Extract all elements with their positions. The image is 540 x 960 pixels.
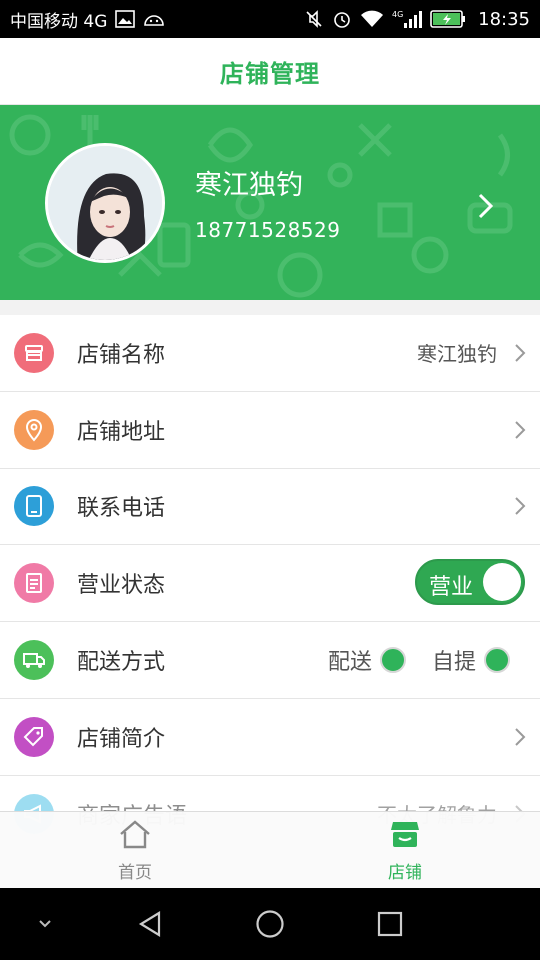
clipboard-icon (14, 563, 54, 604)
wifi-icon (360, 10, 384, 28)
clock: 18:35 (478, 8, 530, 30)
chevron-right-icon (514, 420, 526, 444)
business-status-label: 营业状态 (77, 573, 166, 599)
business-status-row: 营业状态 营业 (0, 545, 540, 623)
contact-phone-label: 联系电话 (77, 496, 166, 522)
home-icon (117, 818, 153, 854)
toggle-knob (483, 563, 521, 602)
chevron-down-icon[interactable] (38, 919, 52, 929)
bottom-tab-bar: 首页 店铺 (0, 811, 540, 888)
signal-icon: 4G (392, 9, 423, 29)
chevron-right-icon[interactable] (476, 189, 496, 227)
delivery-radio[interactable] (379, 647, 406, 674)
settings-list: 店铺名称 寒江独钓 店铺地址 联系电话 营业状态 营业 配送方式 配送 自提 店… (0, 315, 540, 853)
shop-name-value: 寒江独钓 (417, 342, 497, 367)
chevron-right-icon (514, 343, 526, 367)
location-pin-icon (14, 409, 54, 450)
image-notification-icon (115, 10, 136, 28)
profile-phone: 18771528529 (195, 218, 341, 242)
store-icon (14, 332, 54, 373)
delivery-option[interactable]: 配送 (328, 644, 406, 676)
shop-name-row[interactable]: 店铺名称 寒江独钓 (0, 315, 540, 392)
delivery-method-label: 配送方式 (77, 650, 166, 676)
battery-icon (430, 10, 466, 28)
tab-shop-label: 店铺 (388, 863, 422, 883)
chevron-right-icon (514, 496, 526, 520)
chevron-right-icon (514, 727, 526, 751)
profile-name: 寒江独钓 (195, 170, 303, 201)
recents-icon[interactable] (376, 910, 404, 938)
status-bar: 中国移动 4G 4G 18:35 (0, 0, 540, 38)
mute-icon (304, 9, 324, 29)
profile-banner[interactable]: 寒江独钓 18771528529 (0, 105, 540, 300)
back-icon[interactable] (137, 910, 163, 938)
phone-icon (14, 486, 54, 527)
truck-icon (14, 640, 54, 681)
network-badge: 4G (392, 10, 403, 19)
shop-address-row[interactable]: 店铺地址 (0, 391, 540, 469)
alarm-icon (332, 9, 352, 29)
shop-icon (389, 818, 421, 854)
business-status-toggle[interactable]: 营业 (415, 559, 525, 606)
pickup-radio[interactable] (484, 647, 510, 674)
delivery-options: 配送 自提 (314, 644, 510, 676)
tab-home[interactable]: 首页 (0, 812, 270, 889)
delivery-method-row: 配送方式 配送 自提 (0, 622, 540, 699)
tag-icon (14, 716, 54, 757)
tab-home-label: 首页 (118, 863, 152, 883)
android-icon (143, 12, 165, 26)
shop-address-label: 店铺地址 (77, 419, 166, 445)
tab-shop[interactable]: 店铺 (270, 812, 540, 889)
contact-phone-row[interactable]: 联系电话 (0, 468, 540, 546)
avatar (45, 143, 165, 263)
pickup-option[interactable]: 自提 (432, 644, 510, 676)
toggle-label: 营业 (429, 575, 474, 601)
app-header: 店铺管理 (0, 38, 540, 105)
shop-intro-label: 店铺简介 (77, 726, 166, 752)
pickup-option-label: 自提 (431, 650, 476, 676)
home-circle-icon[interactable] (255, 909, 285, 939)
system-nav-bar (0, 888, 540, 960)
shop-name-label: 店铺名称 (77, 342, 166, 368)
carrier-label: 中国移动 4G (10, 11, 108, 32)
shop-intro-row[interactable]: 店铺简介 (0, 698, 540, 776)
delivery-option-label: 配送 (327, 650, 372, 676)
page-title: 店铺管理 (220, 59, 320, 88)
